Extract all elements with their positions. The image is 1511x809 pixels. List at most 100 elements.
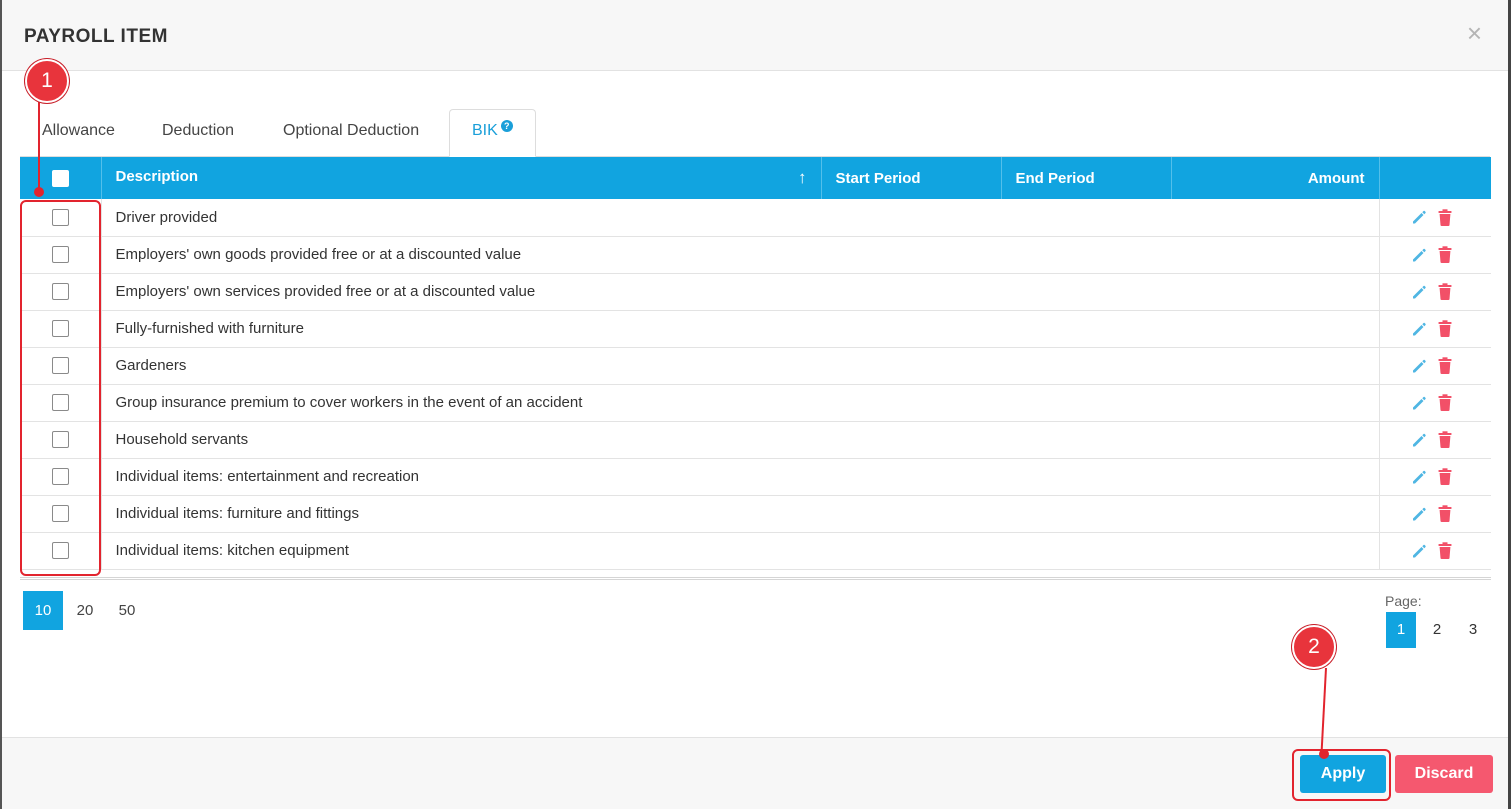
pencil-icon[interactable] [1410, 208, 1428, 226]
row-description: Household servants [101, 421, 821, 459]
table-row[interactable]: Group insurance premium to cover workers… [20, 384, 1491, 422]
pencil-icon[interactable] [1410, 505, 1428, 523]
row-end-period [1001, 199, 1171, 237]
row-amount [1171, 310, 1379, 348]
callout-2-highlight [1292, 749, 1391, 801]
row-start-period [821, 199, 1001, 237]
modal-footer: Apply Discard [2, 737, 1508, 809]
table-row[interactable]: Gardeners [20, 347, 1491, 385]
column-header-amount[interactable]: Amount [1171, 157, 1380, 199]
page-button-2[interactable]: 2 [1422, 612, 1452, 648]
tab-bik-label: BIK [472, 122, 498, 139]
row-amount [1171, 421, 1379, 459]
pencil-icon[interactable] [1410, 283, 1428, 301]
tab-allowance[interactable]: Allowance [42, 110, 115, 157]
trash-icon[interactable] [1438, 357, 1452, 375]
pager-label: Page: [1385, 593, 1422, 609]
row-description: Individual items: kitchen equipment [101, 532, 821, 570]
page-size-10[interactable]: 10 [23, 591, 63, 630]
trash-icon[interactable] [1438, 209, 1452, 226]
column-header-start-period[interactable]: Start Period [821, 157, 1002, 199]
question-circle-icon[interactable]: ? [500, 120, 513, 132]
modal-title: PAYROLL ITEM [24, 26, 168, 47]
tab-bik[interactable]: BIK? [449, 109, 536, 157]
row-start-period [821, 384, 1001, 422]
pagination: 123 [1386, 612, 1494, 648]
table-bottom-border [20, 577, 1491, 580]
page-button-3[interactable]: 3 [1458, 612, 1488, 648]
select-all-checkbox[interactable] [51, 169, 69, 187]
row-end-period [1001, 384, 1171, 422]
page-size-50[interactable]: 50 [107, 591, 147, 630]
trash-icon[interactable] [1438, 320, 1452, 338]
trash-icon[interactable] [1438, 468, 1452, 486]
row-actions [1378, 532, 1491, 570]
row-actions [1378, 458, 1491, 496]
row-amount [1171, 495, 1379, 533]
row-start-period [821, 273, 1001, 311]
pencil-icon[interactable] [1410, 542, 1428, 560]
trash-icon[interactable] [1438, 246, 1452, 264]
trash-icon[interactable] [1438, 283, 1452, 301]
table-row[interactable]: Household servants [20, 421, 1491, 459]
page-size-selector: 10 20 50 [23, 591, 149, 630]
row-actions [1378, 236, 1491, 274]
row-amount [1171, 199, 1379, 237]
row-actions [1378, 347, 1491, 385]
callout-1-line [38, 102, 40, 192]
row-start-period [821, 495, 1001, 533]
table-row[interactable]: Individual items: entertainment and recr… [20, 458, 1491, 496]
row-end-period [1001, 495, 1171, 533]
row-amount [1171, 273, 1379, 311]
table-header-row: Description ↑ Start Period End Period Amo… [20, 157, 1491, 199]
tab-optional-deduction[interactable]: Optional Deduction [283, 110, 419, 157]
callout-1-badge: 1 [25, 59, 69, 103]
tab-deduction[interactable]: Deduction [162, 110, 234, 157]
row-actions [1378, 310, 1491, 348]
trash-icon[interactable] [1438, 505, 1452, 523]
pencil-icon[interactable] [1410, 468, 1428, 486]
modal-header: PAYROLL ITEM × [2, 0, 1508, 71]
column-header-actions [1379, 157, 1491, 199]
table-row[interactable]: Fully-furnished with furniture [20, 310, 1491, 348]
pencil-icon[interactable] [1410, 357, 1428, 375]
row-description: Employers' own services provided free or… [101, 273, 821, 311]
pencil-icon[interactable] [1410, 320, 1428, 338]
row-start-period [821, 310, 1001, 348]
row-start-period [821, 458, 1001, 496]
row-end-period [1001, 421, 1171, 459]
trash-icon[interactable] [1438, 431, 1452, 449]
table-row[interactable]: Individual items: kitchen equipment [20, 532, 1491, 570]
table-row[interactable]: Individual items: furniture and fittings [20, 495, 1491, 533]
row-actions [1378, 199, 1491, 237]
pencil-icon[interactable] [1410, 394, 1428, 412]
table-row[interactable]: Employers' own services provided free or… [20, 273, 1491, 311]
close-icon[interactable]: × [1467, 20, 1482, 46]
table-row[interactable]: Employers' own goods provided free or at… [20, 236, 1491, 274]
row-end-period [1001, 458, 1171, 496]
page-button-1[interactable]: 1 [1386, 612, 1416, 648]
row-start-period [821, 347, 1001, 385]
callout-1-dot [34, 187, 44, 197]
column-header-description[interactable]: Description ↑ [101, 157, 822, 199]
row-description: Driver provided [101, 199, 821, 237]
callout-1-highlight [20, 200, 101, 576]
row-start-period [821, 236, 1001, 274]
sort-ascending-icon[interactable]: ↑ [798, 168, 807, 188]
row-description: Employers' own goods provided free or at… [101, 236, 821, 274]
row-description: Gardeners [101, 347, 821, 385]
row-amount [1171, 532, 1379, 570]
row-end-period [1001, 273, 1171, 311]
column-header-end-period[interactable]: End Period [1001, 157, 1172, 199]
row-actions [1378, 421, 1491, 459]
page-size-20[interactable]: 20 [65, 591, 105, 630]
trash-icon[interactable] [1438, 542, 1452, 560]
table-row[interactable]: Driver provided [20, 199, 1491, 237]
row-actions [1378, 273, 1491, 311]
discard-button[interactable]: Discard [1395, 755, 1493, 793]
trash-icon[interactable] [1438, 394, 1452, 412]
pencil-icon[interactable] [1410, 431, 1428, 449]
row-start-period [821, 532, 1001, 570]
bik-table: Description ↑ Start Period End Period Amo… [20, 157, 1491, 570]
pencil-icon[interactable] [1410, 246, 1428, 264]
